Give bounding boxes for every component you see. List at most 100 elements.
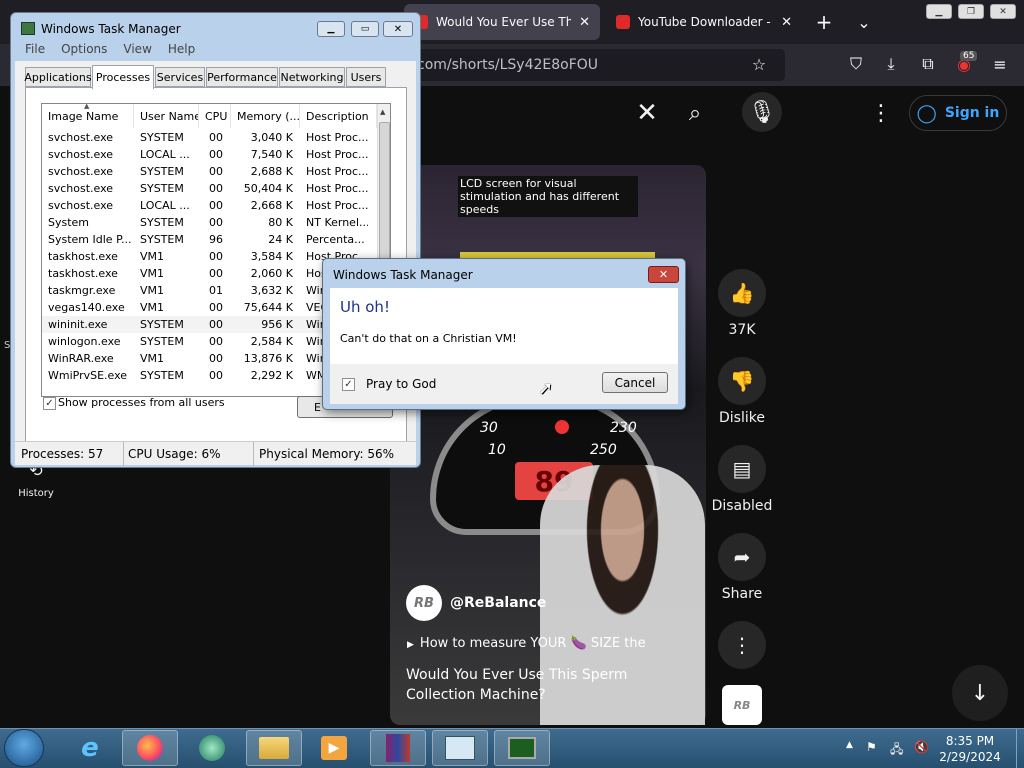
process-cpu: 01 xyxy=(209,284,223,297)
url-text: com/shorts/LSy42E8oFOU xyxy=(417,57,599,73)
scrollbar-thumb[interactable] xyxy=(379,122,390,262)
tab-services[interactable]: Services xyxy=(155,67,205,87)
dialog-close-button[interactable]: ✕ xyxy=(648,266,679,283)
downloads-icon[interactable]: ⤓ xyxy=(877,50,905,78)
process-memory: 2,060 K xyxy=(250,267,293,280)
list-all-tabs-button[interactable]: ⌄ xyxy=(850,8,878,36)
network-icon[interactable]: 🖧 xyxy=(890,740,903,761)
menu-help[interactable]: Help xyxy=(168,42,195,60)
tab-youtube-downloader[interactable]: YouTube Downloader - Do ✕ xyxy=(606,4,802,40)
internet-explorer-icon[interactable]: e xyxy=(62,730,118,766)
minimize-button[interactable]: ▁ xyxy=(926,4,952,19)
col-description[interactable]: Description xyxy=(300,104,377,128)
process-row[interactable]: svchost.exe LOCAL ... 00 7,540 K Host Proc..… xyxy=(42,146,377,163)
tab-networking[interactable]: Networking xyxy=(279,67,345,87)
task-manager-taskbar-icon[interactable] xyxy=(494,730,550,766)
like-button[interactable]: 👍 xyxy=(718,269,766,317)
col-memory[interactable]: Memory (... xyxy=(231,104,300,128)
play-triangle-icon: ▶ xyxy=(407,640,414,650)
action-center-flag-icon[interactable]: ⚑ xyxy=(866,740,877,754)
file-explorer-icon[interactable] xyxy=(246,730,302,766)
menu-file[interactable]: File xyxy=(25,42,45,60)
tab-youtube-shorts[interactable]: Would You Ever Use This Sp ✕ xyxy=(404,4,600,40)
process-cpu: 00 xyxy=(209,199,223,212)
comments-button[interactable]: ▤ xyxy=(718,445,766,493)
menu-view[interactable]: View xyxy=(123,42,151,60)
video-caption: LCD screen for visual stimulation and ha… xyxy=(458,176,638,217)
tm-close-button[interactable]: ✕ xyxy=(383,21,413,37)
pocket-icon[interactable]: ⛉ xyxy=(842,50,870,78)
sign-in-button[interactable]: ◯ Sign in xyxy=(909,95,1007,131)
share-button[interactable]: ➦ xyxy=(718,533,766,581)
process-row[interactable]: svchost.exe SYSTEM 00 3,040 K Host Proc... xyxy=(42,129,377,146)
process-row[interactable]: svchost.exe LOCAL ... 00 2,668 K Host Proc..… xyxy=(42,197,377,214)
pray-checkbox-label: Pray to God xyxy=(366,377,437,391)
close-window-button[interactable]: ✕ xyxy=(990,4,1016,19)
process-user: SYSTEM xyxy=(140,369,184,382)
winrar-icon[interactable] xyxy=(370,730,426,766)
clock-date: 2/29/2024 xyxy=(939,750,1001,764)
search-icon[interactable]: ⌕ xyxy=(680,98,710,128)
channel-handle[interactable]: @ReBalance xyxy=(450,595,546,611)
volume-muted-icon[interactable]: 🔇 xyxy=(914,740,929,754)
process-row[interactable]: svchost.exe SYSTEM 00 50,404 K Host Proc... xyxy=(42,180,377,197)
tab-users[interactable]: Users xyxy=(346,67,386,87)
process-user: VM1 xyxy=(140,267,165,280)
video-editor-icon[interactable] xyxy=(432,730,488,766)
restore-button[interactable]: ❐ xyxy=(958,4,984,19)
firefox-icon[interactable] xyxy=(122,730,178,766)
media-player-icon[interactable]: ▶ xyxy=(306,730,362,766)
cancel-button[interactable]: Cancel xyxy=(602,372,668,393)
show-desktop-button[interactable] xyxy=(1016,729,1024,768)
sound-thumbnail[interactable]: RB xyxy=(722,685,762,725)
menu-options[interactable]: Options xyxy=(61,42,107,60)
tab-performance[interactable]: Performance xyxy=(206,67,278,87)
bookmark-star-icon[interactable]: ☆ xyxy=(745,50,773,78)
more-actions-button[interactable]: ⋮ xyxy=(718,621,766,669)
col-cpu[interactable]: CPU xyxy=(199,104,231,128)
process-cpu: 00 xyxy=(209,182,223,195)
voice-search-icon[interactable]: 🎙 xyxy=(742,92,782,132)
scroll-up-icon[interactable]: ▲ xyxy=(380,108,385,116)
more-options-icon[interactable]: ⋮ xyxy=(866,98,896,128)
close-tab-icon[interactable]: ✕ xyxy=(773,15,792,30)
media-app-icon[interactable] xyxy=(184,730,240,766)
new-tab-button[interactable]: + xyxy=(810,8,838,36)
process-memory: 2,584 K xyxy=(250,335,293,348)
next-video-button[interactable]: ↓ xyxy=(952,665,1008,721)
extensions-icon[interactable]: ⧉ xyxy=(914,50,942,78)
tab-applications[interactable]: Applications xyxy=(24,67,92,87)
process-name: taskhost.exe xyxy=(48,267,118,280)
start-button[interactable] xyxy=(4,729,44,767)
tm-minimize-button[interactable]: ▁ xyxy=(317,21,345,37)
process-user: VM1 xyxy=(140,352,165,365)
process-user: VM1 xyxy=(140,250,165,263)
channel-avatar[interactable]: RB xyxy=(406,585,442,621)
process-memory: 3,632 K xyxy=(250,284,293,297)
url-bar[interactable]: com/shorts/LSy42E8oFOU xyxy=(405,49,785,81)
process-row[interactable]: System SYSTEM 00 80 K NT Kernel... xyxy=(42,214,377,231)
show-hidden-icons-icon[interactable]: ▲ xyxy=(846,740,853,750)
dislike-button[interactable]: 👎 xyxy=(718,357,766,405)
clear-search-icon[interactable]: ✕ xyxy=(632,98,662,128)
tab-processes[interactable]: Processes xyxy=(92,65,154,89)
system-clock[interactable]: 8:35 PM 2/29/2024 xyxy=(930,733,1010,765)
history-label[interactable]: History xyxy=(16,488,56,499)
chapter-link[interactable]: ▶ How to measure YOUR 🍆 SIZE the xyxy=(407,636,646,651)
process-cpu: 00 xyxy=(209,165,223,178)
process-cpu: 00 xyxy=(209,267,223,280)
gauge-label: 10 xyxy=(488,442,506,458)
process-row[interactable]: svchost.exe SYSTEM 00 2,688 K Host Proc... xyxy=(42,163,377,180)
col-user-name[interactable]: User Name xyxy=(134,104,199,128)
tm-maximize-button[interactable]: ▭ xyxy=(351,21,379,37)
menu-hamburger-icon[interactable]: ≡ xyxy=(986,50,1014,78)
channel-info[interactable]: RB @ReBalance xyxy=(406,585,546,621)
process-row[interactable]: System Idle P... SYSTEM 96 24 K Percenta... xyxy=(42,231,377,248)
process-cpu: 00 xyxy=(209,352,223,365)
show-all-checkbox[interactable]: ✓ xyxy=(43,397,56,410)
dislike-label: Dislike xyxy=(719,410,765,426)
close-tab-icon[interactable]: ✕ xyxy=(571,15,590,30)
process-memory: 956 K xyxy=(261,318,293,331)
process-name: svchost.exe xyxy=(48,131,114,144)
pray-checkbox[interactable]: ✓ xyxy=(342,378,355,391)
